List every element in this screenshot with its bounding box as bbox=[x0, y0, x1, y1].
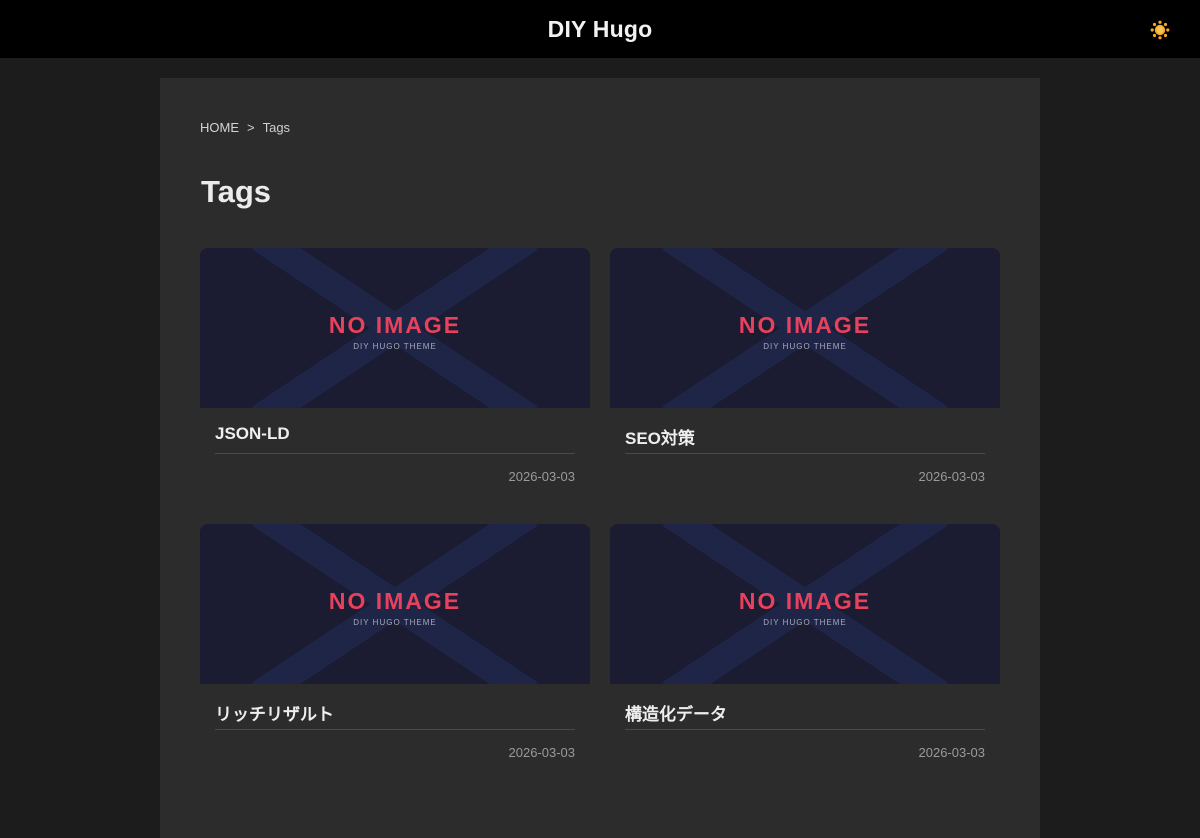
card-title[interactable]: 構造化データ bbox=[625, 700, 985, 725]
no-image-sublabel: DIY HUGO THEME bbox=[763, 618, 847, 627]
tag-card[interactable]: NO IMAGE DIY HUGO THEME JSON-LD 2026-03-… bbox=[200, 248, 590, 496]
breadcrumb-separator: > bbox=[247, 120, 255, 135]
card-date: 2026-03-03 bbox=[918, 469, 986, 484]
card-divider bbox=[625, 453, 985, 454]
sun-icon[interactable] bbox=[1150, 20, 1170, 40]
no-image-label: NO IMAGE bbox=[328, 312, 462, 338]
card-title[interactable]: JSON-LD bbox=[215, 424, 575, 444]
page-title: Tags bbox=[201, 174, 272, 209]
card-date: 2026-03-03 bbox=[918, 745, 986, 760]
no-image-label: NO IMAGE bbox=[738, 312, 872, 338]
tag-card[interactable]: NO IMAGE DIY HUGO THEME リッチリザルト 2026-03-… bbox=[200, 524, 590, 772]
no-image-sublabel: DIY HUGO THEME bbox=[353, 618, 437, 627]
card-divider bbox=[215, 453, 575, 454]
no-image-thumbnail: NO IMAGE DIY HUGO THEME bbox=[610, 248, 1000, 408]
card-divider bbox=[215, 729, 575, 730]
no-image-thumbnail: NO IMAGE DIY HUGO THEME bbox=[610, 524, 1000, 684]
breadcrumb-home-link[interactable]: HOME bbox=[200, 120, 239, 135]
main-container: HOME > Tags Tags NO IMAGE DIY HUGO THEME… bbox=[160, 78, 1040, 838]
card-title[interactable]: リッチリザルト bbox=[215, 700, 575, 725]
no-image-sublabel: DIY HUGO THEME bbox=[763, 342, 847, 351]
tag-card[interactable]: NO IMAGE DIY HUGO THEME SEO対策 2026-03-03 bbox=[610, 248, 1000, 496]
no-image-label: NO IMAGE bbox=[328, 588, 462, 614]
no-image-sublabel: DIY HUGO THEME bbox=[353, 342, 437, 351]
site-title-link[interactable]: DIY Hugo bbox=[0, 0, 1200, 58]
no-image-thumbnail: NO IMAGE DIY HUGO THEME bbox=[200, 248, 590, 408]
tag-card[interactable]: NO IMAGE DIY HUGO THEME 構造化データ 2026-03-0… bbox=[610, 524, 1000, 772]
no-image-thumbnail: NO IMAGE DIY HUGO THEME bbox=[200, 524, 590, 684]
no-image-label: NO IMAGE bbox=[738, 588, 872, 614]
card-title[interactable]: SEO対策 bbox=[625, 424, 985, 449]
card-date: 2026-03-03 bbox=[508, 745, 576, 760]
breadcrumb: HOME > Tags bbox=[200, 120, 290, 135]
breadcrumb-current: Tags bbox=[262, 120, 291, 135]
card-divider bbox=[625, 729, 985, 730]
site-header: DIY Hugo bbox=[0, 0, 1200, 58]
card-date: 2026-03-03 bbox=[508, 469, 576, 484]
